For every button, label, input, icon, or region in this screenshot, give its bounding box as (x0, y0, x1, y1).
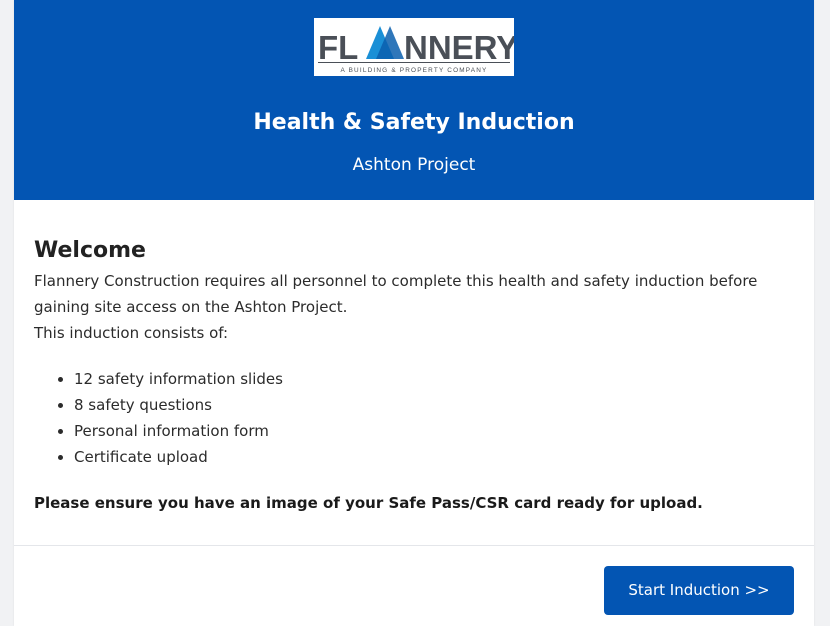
list-item: Personal information form (74, 418, 794, 444)
logo-text-nnery: NNERY (404, 29, 514, 66)
safe-pass-note: Please ensure you have an image of your … (34, 494, 703, 512)
welcome-section: Welcome Flannery Construction requires a… (34, 236, 794, 516)
footer-divider (14, 545, 814, 546)
intro-text: Flannery Construction requires all perso… (34, 272, 758, 316)
page-title: Health & Safety Induction (253, 110, 575, 135)
induction-items-list: 12 safety information slides 8 safety qu… (34, 366, 794, 470)
list-item: 12 safety information slides (74, 366, 794, 392)
logo-tagline: A BUILDING & PROPERTY COMPANY (340, 67, 487, 74)
header-banner: FL NNERY A BUILDING & PROPERTY COMPANY H… (14, 0, 814, 200)
start-induction-button[interactable]: Start Induction >> (604, 566, 794, 615)
flannery-logo-image: FL NNERY A BUILDING & PROPERTY COMPANY (318, 26, 514, 74)
project-subtitle: Ashton Project (352, 155, 476, 175)
list-item: Certificate upload (74, 444, 794, 470)
logo-text-fl: FL (318, 29, 358, 66)
list-item: 8 safety questions (74, 392, 794, 418)
welcome-heading: Welcome (34, 238, 146, 263)
induction-contents-label: This induction consists of: (34, 324, 229, 342)
logo-rule (318, 62, 510, 63)
flannery-logo: FL NNERY A BUILDING & PROPERTY COMPANY (314, 18, 514, 76)
induction-card: FL NNERY A BUILDING & PROPERTY COMPANY H… (14, 0, 814, 626)
